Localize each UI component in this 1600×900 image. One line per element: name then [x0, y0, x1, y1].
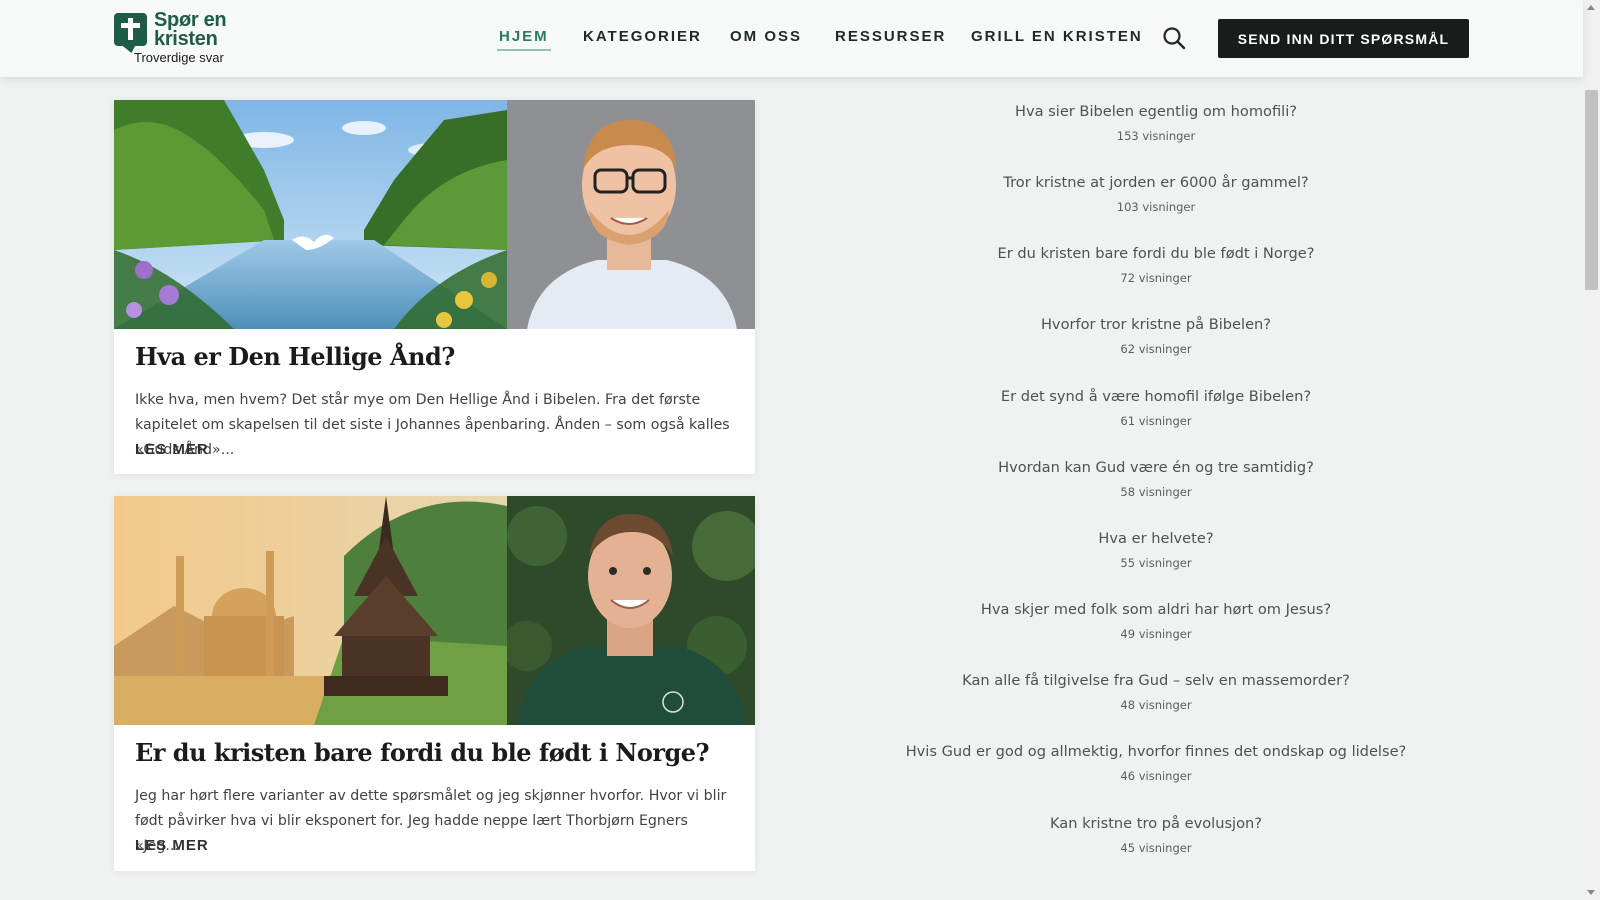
post-image[interactable]	[114, 496, 755, 725]
popular-post-item: Hva skjer med folk som aldri har hørt om…	[900, 601, 1412, 641]
page-scrollbar[interactable]	[1583, 0, 1600, 900]
view-count: 153 visninger	[1116, 129, 1196, 143]
river-landscape-image	[114, 100, 507, 329]
post-title[interactable]: Hva er Den Hellige Ånd?	[135, 342, 455, 371]
site-header: Spør en kristen Troverdige svar HJEM KAT…	[0, 0, 1583, 77]
view-count: 45 visninger	[1120, 841, 1192, 855]
popular-post-item: Hvis Gud er god og allmektig, hvorfor fi…	[900, 743, 1412, 783]
popular-post-item: Hva sier Bibelen egentlig om homofili? 1…	[900, 103, 1412, 143]
view-count: 62 visninger	[1120, 342, 1192, 356]
read-more-link[interactable]: LES MER	[135, 837, 209, 854]
scroll-down-arrow-icon[interactable]	[1587, 890, 1595, 895]
popular-post-title[interactable]: Er det synd å være homofil ifølge Bibele…	[900, 388, 1412, 405]
view-count: 58 visninger	[1120, 485, 1192, 499]
view-count: 48 visninger	[1120, 698, 1192, 712]
post-image[interactable]	[114, 100, 755, 329]
cross-icon	[114, 13, 147, 46]
scroll-up-arrow-icon[interactable]	[1587, 5, 1595, 10]
popular-post-item: Hvorfor tror kristne på Bibelen? 62 visn…	[900, 316, 1412, 356]
popular-post-item: Kan alle få tilgivelse fra Gud – selv en…	[900, 672, 1412, 712]
popular-post-item: Tror kristne at jorden er 6000 år gammel…	[900, 174, 1412, 214]
post-card: Hva er Den Hellige Ånd? Ikke hva, men hv…	[114, 100, 755, 474]
popular-post-title[interactable]: Hva er helvete?	[900, 530, 1412, 547]
nav-item-ressurser[interactable]: RESSURSER	[835, 28, 946, 45]
popular-post-item: Kan kristne tro på evolusjon? 45 visning…	[900, 815, 1412, 855]
view-count: 46 visninger	[1120, 769, 1192, 783]
popular-post-title[interactable]: Er du kristen bare fordi du ble født i N…	[900, 245, 1412, 262]
view-count: 49 visninger	[1120, 627, 1192, 641]
post-excerpt: Ikke hva, men hvem? Det står mye om Den …	[135, 392, 730, 458]
view-count: 103 visninger	[1116, 200, 1196, 214]
post-excerpt: Jeg har hørt flere varianter av dette sp…	[135, 788, 727, 854]
read-more-link[interactable]: LES MER	[135, 441, 209, 458]
popular-post-title[interactable]: Kan alle få tilgivelse fra Gud – selv en…	[900, 672, 1412, 689]
nav-item-om-oss[interactable]: OM OSS	[730, 28, 802, 45]
submit-question-button[interactable]: SEND INN DITT SPØRSMÅL	[1218, 19, 1469, 58]
popular-post-item: Hvordan kan Gud være én og tre samtidig?…	[900, 459, 1412, 499]
popular-post-item: Er det synd å være homofil ifølge Bibele…	[900, 388, 1412, 428]
popular-post-title[interactable]: Hva skjer med folk som aldri har hørt om…	[900, 601, 1412, 618]
site-logo[interactable]: Spør en kristen Troverdige svar	[114, 10, 244, 68]
popular-post-item: Hva er helvete? 55 visninger	[900, 530, 1412, 570]
post-title[interactable]: Er du kristen bare fordi du ble født i N…	[135, 738, 710, 767]
nav-item-kategorier[interactable]: KATEGORIER	[583, 28, 702, 45]
view-count: 55 visninger	[1120, 556, 1192, 570]
popular-post-title[interactable]: Kan kristne tro på evolusjon?	[900, 815, 1412, 832]
popular-post-title[interactable]: Hvorfor tror kristne på Bibelen?	[900, 316, 1412, 333]
logo-tagline: Troverdige svar	[134, 50, 224, 65]
popular-post-title[interactable]: Hvis Gud er god og allmektig, hvorfor fi…	[900, 743, 1412, 760]
popular-post-item: Er du kristen bare fordi du ble født i N…	[900, 245, 1412, 285]
author-photo	[507, 100, 755, 329]
view-count: 72 visninger	[1120, 271, 1192, 285]
logo-line-2: kristen	[154, 28, 218, 50]
author-photo	[507, 496, 755, 725]
mosque-and-church-image	[114, 496, 507, 725]
popular-post-title[interactable]: Hva sier Bibelen egentlig om homofili?	[900, 103, 1412, 120]
popular-post-title[interactable]: Tror kristne at jorden er 6000 år gammel…	[900, 174, 1412, 191]
post-card: Er du kristen bare fordi du ble født i N…	[114, 496, 755, 871]
nav-item-hjem[interactable]: HJEM	[497, 28, 551, 51]
search-icon[interactable]	[1162, 26, 1186, 50]
popular-post-title[interactable]: Hvordan kan Gud være én og tre samtidig?	[900, 459, 1412, 476]
nav-item-grill-en-kristen[interactable]: GRILL EN KRISTEN	[971, 28, 1143, 45]
view-count: 61 visninger	[1120, 414, 1192, 428]
scrollbar-thumb[interactable]	[1585, 90, 1598, 290]
logo-wordmark: Spør en kristen	[154, 10, 244, 50]
